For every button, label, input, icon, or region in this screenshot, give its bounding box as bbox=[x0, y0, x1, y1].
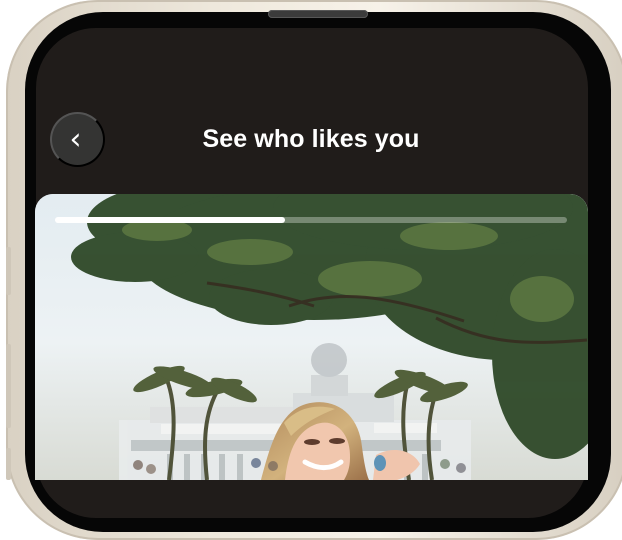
story-progress-track bbox=[55, 217, 567, 223]
speaker-grille bbox=[268, 10, 368, 18]
page-title: See who likes you bbox=[202, 125, 420, 153]
profile-photo-card[interactable] bbox=[35, 194, 588, 480]
story-progress-fill bbox=[55, 217, 286, 223]
side-button bbox=[6, 344, 11, 428]
side-button bbox=[6, 448, 11, 480]
side-button bbox=[6, 247, 11, 295]
profile-photo bbox=[35, 194, 588, 480]
